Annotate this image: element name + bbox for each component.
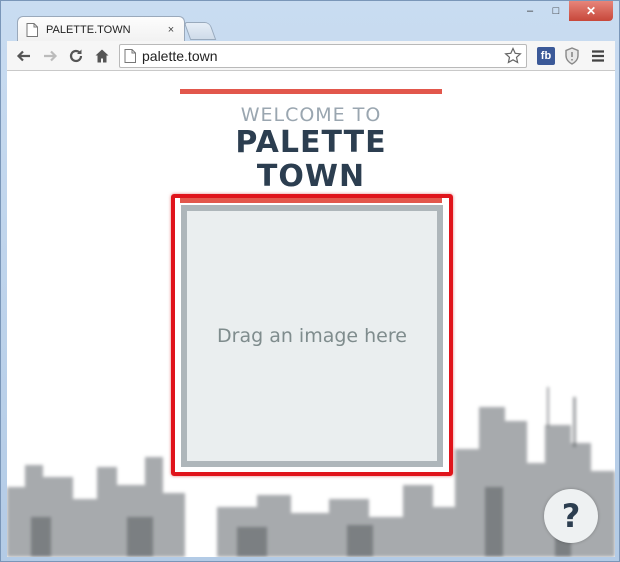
back-button[interactable]	[11, 43, 37, 69]
forward-button[interactable]	[37, 43, 63, 69]
home-button[interactable]	[89, 43, 115, 69]
forward-arrow-icon	[44, 50, 58, 61]
browser-window: PALETTE.TOWN × ‒ □ ✕ palette.town fb WEL…	[0, 0, 620, 562]
hamburger-menu-icon	[592, 49, 604, 62]
page-icon	[26, 22, 38, 37]
back-arrow-icon	[16, 50, 30, 61]
facebook-icon: fb	[537, 46, 555, 65]
reload-icon	[69, 49, 83, 62]
welcome-text: WELCOME TO	[240, 104, 382, 126]
maximize-button[interactable]: □	[543, 1, 569, 21]
minimize-button[interactable]: ‒	[517, 1, 543, 21]
new-tab-button[interactable]	[183, 22, 217, 40]
reload-button[interactable]	[63, 43, 89, 69]
browser-toolbar: palette.town fb	[7, 41, 615, 71]
home-icon	[95, 49, 109, 62]
star-icon[interactable]	[504, 46, 522, 65]
image-dropzone[interactable]: Drag an image here	[181, 205, 443, 467]
window-controls: ‒ □ ✕	[517, 1, 613, 21]
menu-button[interactable]	[585, 43, 611, 69]
tab-close-icon[interactable]: ×	[164, 23, 178, 37]
facebook-extension-button[interactable]: fb	[533, 43, 559, 69]
page-icon	[124, 48, 136, 63]
header-top-rule	[180, 89, 442, 94]
site-header: WELCOME TO PALETTE TOWN	[180, 89, 442, 203]
close-window-button[interactable]: ✕	[569, 1, 613, 21]
tab-title: PALETTE.TOWN	[46, 23, 131, 36]
site-title: PALETTE TOWN	[235, 125, 387, 194]
dropzone-label: Drag an image here	[217, 325, 407, 347]
page-viewport: WELCOME TO PALETTE TOWN Drag an image he…	[7, 71, 615, 557]
browser-tab[interactable]: PALETTE.TOWN ×	[17, 16, 185, 42]
url-text[interactable]: palette.town	[142, 48, 504, 64]
address-bar[interactable]: palette.town	[119, 43, 527, 68]
help-button[interactable]: ?	[544, 489, 598, 543]
shield-icon	[565, 46, 579, 65]
shield-extension-button[interactable]	[559, 43, 585, 69]
